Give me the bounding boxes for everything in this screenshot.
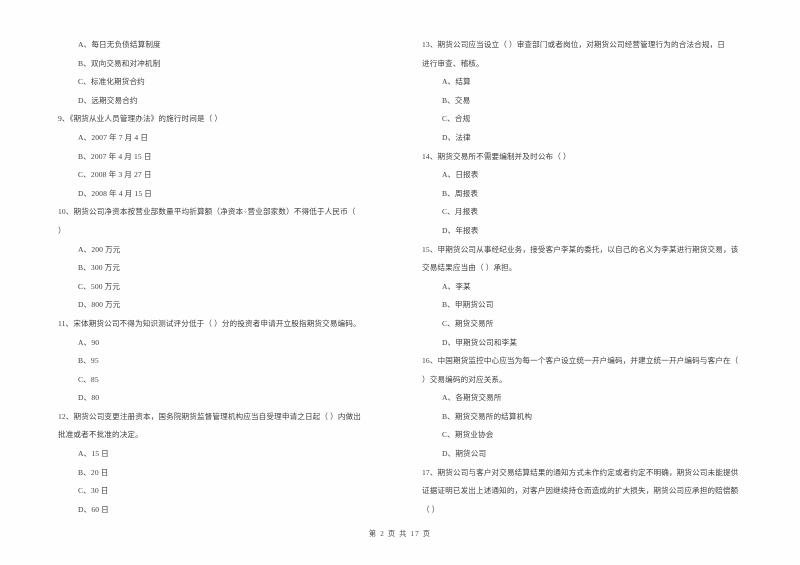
question-stem: 12、期货公司变更注册资本，国务院期货监督管理机构应当自受理申请之日起（ ）内做… [58, 411, 361, 421]
question-stem-continued: 证据证明已发出上述通知的，对客户因继续持仓而造成的扩大损失，期货公司应承担的赔偿… [422, 486, 739, 496]
option-item: B、20 日 [78, 467, 109, 477]
question-10: 10、期货公司净资本按营业部数量平均折算额（净资本÷营业部家数）不得低于人民币（… [58, 203, 382, 315]
question-stem-continued: 进行审查、稽核。 [422, 58, 484, 68]
question-stem: 13、期货公司应当设立（ ）审查部门或者岗位，对期货公司经营管理行为的合法合规，… [422, 40, 725, 49]
option-item: D、800 万元 [78, 300, 121, 310]
footer-current-page: 2 [380, 530, 385, 538]
option-item: A、2007 年 7 月 4 日 [78, 132, 149, 142]
option-item: B、期货交易所的结算机构 [442, 411, 533, 421]
question-stem-continued: ） [58, 225, 66, 235]
option-item: A、200 万元 [78, 244, 121, 254]
option-item: D、期货公司 [442, 449, 487, 459]
option-item: A、每日无负债结算制度 [78, 40, 161, 49]
option-item: D、法律 [442, 132, 471, 142]
question-stem: 10、期货公司净资本按营业部数量平均折算额（净资本÷营业部家数）不得低于人民币（ [58, 207, 356, 217]
page-footer: 第2页 共 17 页 [0, 529, 800, 539]
question-stem: 15、甲期货公司从事经纪业务，接受客户李某的委托，以自己的名义为李某进行期货交易… [422, 244, 739, 254]
option-item: A、日报表 [442, 170, 479, 180]
option-item: C、500 万元 [78, 281, 121, 291]
option-item: A、90 [78, 337, 100, 347]
option-item: B、交易 [442, 95, 471, 105]
option-item: A、各期货交易所 [442, 393, 502, 403]
option-item: B、2007 年 4 月 15 日 [78, 151, 152, 161]
question-14: 14、期货交易所不需要编制并及时公布（ ） A、日报表 B、周报表 C、月报表 … [422, 148, 760, 241]
option-item: C、30 日 [78, 486, 109, 496]
question-11: 11、宋体期货公司不得为知识测试评分低于（ ）分的投资者申请开立股指期货交易编码… [58, 315, 382, 408]
option-item: D、2008 年 4 月 15 日 [78, 188, 152, 198]
question-stem: 11、宋体期货公司不得为知识测试评分低于（ ）分的投资者申请开立股指期货交易编码… [58, 318, 361, 328]
option-item: B、甲期货公司 [442, 300, 494, 310]
left-column: A、每日无负债结算制度 B、双向交易和对冲机制 C、标准化期货合约 D、远期交易… [0, 36, 400, 519]
question-17: 17、期货公司与客户对交易结算结果的通知方式未作约定或者约定不明确，期货公司未能… [422, 464, 760, 520]
option-item: C、85 [78, 374, 99, 384]
option-item: B、周报表 [442, 188, 479, 198]
footer-middle: 页 共 [387, 530, 408, 538]
two-column-body: A、每日无负债结算制度 B、双向交易和对冲机制 C、标准化期货合约 D、远期交易… [0, 36, 800, 519]
option-item: C、月报表 [442, 207, 479, 217]
option-item: A、15 日 [78, 449, 109, 459]
question-16: 16、中国期货监控中心应当为每一个客户设立统一开户编码，并建立统一开户编码与客户… [422, 352, 760, 464]
footer-prefix: 第 [368, 530, 378, 538]
option-item: A、结算 [442, 77, 471, 87]
question-stem: 17、期货公司与客户对交易结算结果的通知方式未作约定或者约定不明确，期货公司未能… [422, 467, 739, 477]
question-stem: 14、期货交易所不需要编制并及时公布（ ） [422, 151, 571, 161]
footer-suffix: 页 [422, 530, 432, 538]
option-item: C、2008 年 3 月 27 日 [78, 170, 152, 180]
option-item: B、双向交易和对冲机制 [78, 58, 161, 68]
option-item: B、95 [78, 356, 99, 366]
question-stem: 16、中国期货监控中心应当为每一个客户设立统一开户编码，并建立统一开户编码与客户… [422, 356, 739, 366]
question-9: 9、《期货从业人员管理办法》的施行时间是（ ） A、2007 年 7 月 4 日… [58, 110, 382, 203]
document-page: A、每日无负债结算制度 B、双向交易和对冲机制 C、标准化期货合约 D、远期交易… [0, 0, 800, 565]
option-item: D、远期交易合约 [78, 95, 138, 105]
right-column: 13、期货公司应当设立（ ）审查部门或者岗位，对期货公司经营管理行为的合法合规，… [400, 36, 800, 519]
option-item: C、期货业协会 [442, 430, 494, 440]
option-item: D、甲期货公司和李某 [442, 337, 518, 347]
question-stem-continued: 交易结果应当由（ ）承担。 [422, 263, 517, 273]
question-13: 13、期货公司应当设立（ ）审查部门或者岗位，对期货公司经营管理行为的合法合规，… [422, 36, 760, 148]
question-12: 12、期货公司变更注册资本，国务院期货监督管理机构应当自受理申请之日起（ ）内做… [58, 408, 382, 520]
question-stem-continued: ）交易编码的对应关系。 [422, 374, 507, 384]
option-item: D、80 [78, 393, 100, 403]
option-item: D、年报表 [442, 225, 479, 235]
question-stem-continued: 批准或者不批准的决定。 [58, 430, 143, 440]
question-15: 15、甲期货公司从事经纪业务，接受客户李某的委托，以自己的名义为李某进行期货交易… [422, 241, 760, 353]
footer-total-pages: 17 [410, 530, 420, 538]
option-item: C、合规 [442, 114, 471, 124]
option-item: C、标准化期货合约 [78, 77, 145, 87]
question-stem: 9、《期货从业人员管理办法》的施行时间是（ ） [58, 114, 223, 124]
option-item: A、李某 [442, 281, 471, 291]
option-item: B、300 万元 [78, 263, 121, 273]
option-item: C、期货交易所 [442, 318, 494, 328]
option-item: D、60 日 [78, 504, 109, 514]
question-answer-blank: （ ） [422, 504, 440, 514]
